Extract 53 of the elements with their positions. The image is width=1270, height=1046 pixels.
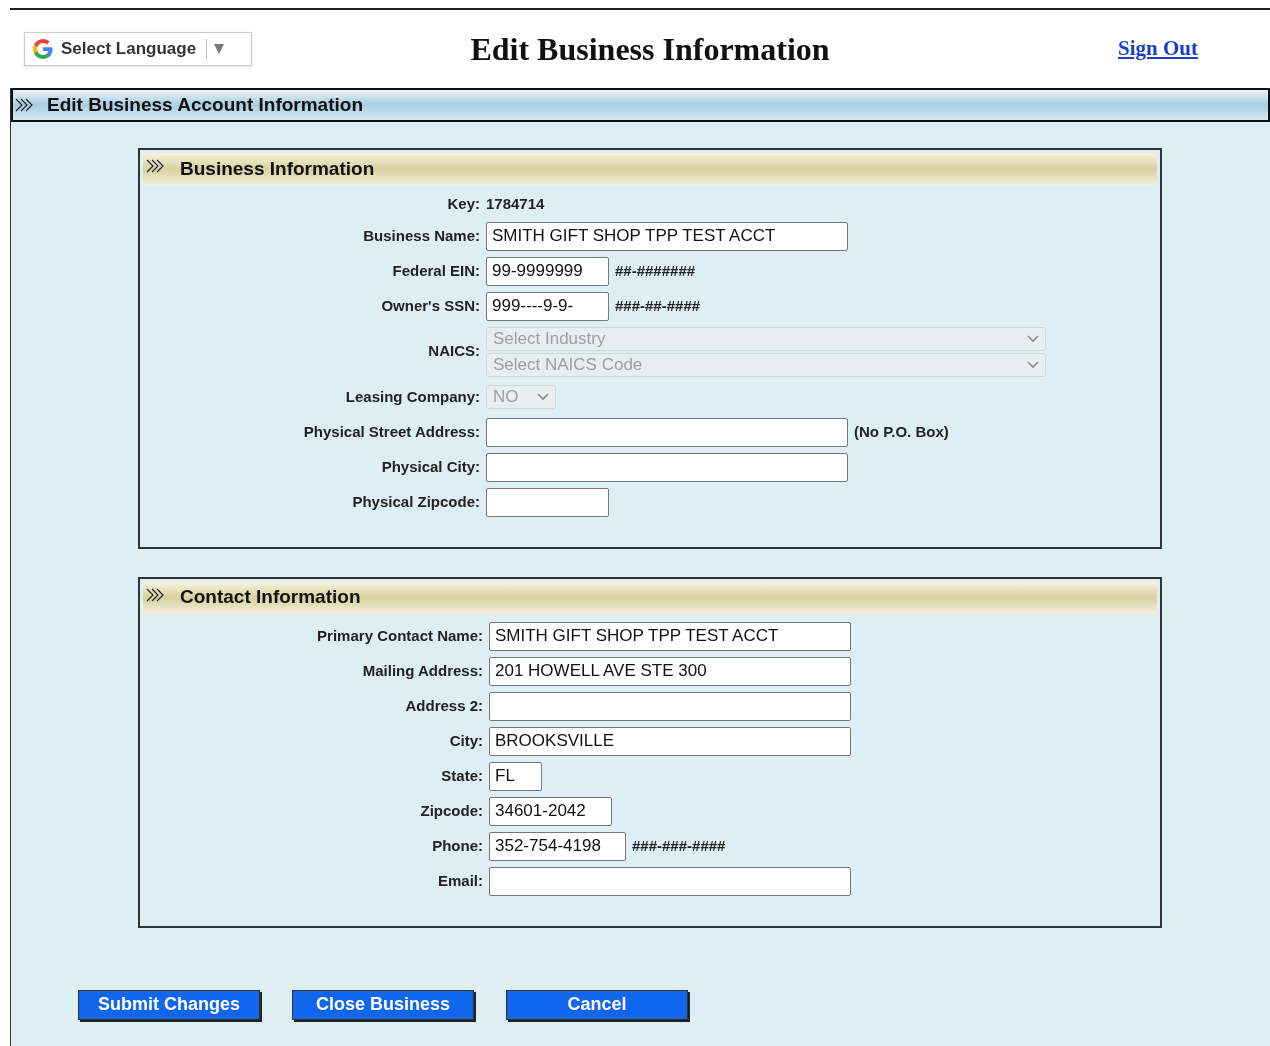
- input-field[interactable]: SMITH GIFT SHOP TPP TEST ACCT: [489, 621, 851, 651]
- input-field[interactable]: 99-9999999: [486, 256, 609, 286]
- field-label: City:: [448, 730, 484, 751]
- field-label: NAICS:: [427, 341, 481, 362]
- g-logo-icon: [31, 37, 55, 61]
- input-field[interactable]: [489, 691, 851, 721]
- field-label: Physical City:: [380, 456, 481, 477]
- input-field[interactable]: BROOKSVILLE: [489, 726, 851, 756]
- panel-title: Edit Business Account Information: [47, 92, 363, 117]
- dropdown-arrow-icon: [213, 43, 226, 55]
- action-button[interactable]: Submit Changes: [78, 989, 260, 1020]
- input-field[interactable]: [486, 452, 848, 482]
- field-label: Primary Contact Name:: [316, 625, 484, 646]
- caret-icon: [1027, 334, 1039, 343]
- format-hint: (No P.O. Box): [854, 421, 949, 442]
- input-field[interactable]: 34601-2042: [489, 796, 612, 826]
- action-button[interactable]: Cancel: [506, 989, 688, 1020]
- field-label: Business Name:: [362, 225, 481, 246]
- field-label: State:: [440, 765, 484, 786]
- format-hint: ##-#######: [615, 260, 696, 281]
- section-title: Business Information: [180, 156, 375, 181]
- field-label: Address 2:: [404, 695, 484, 716]
- caret-icon: [1027, 360, 1039, 369]
- field-label: Mailing Address:: [361, 660, 484, 681]
- sign-out-link[interactable]: Sign Out: [1118, 33, 1198, 65]
- field-label: Leasing Company:: [344, 386, 481, 407]
- input-field[interactable]: [489, 866, 851, 896]
- field-label: Physical Street Address:: [302, 421, 481, 442]
- field-label: Key:: [446, 194, 481, 214]
- caret-icon: [537, 393, 549, 401]
- language-selector[interactable]: Select Language: [24, 32, 252, 66]
- field-label: Phone:: [431, 835, 484, 856]
- input-field[interactable]: [486, 417, 848, 447]
- input-field[interactable]: FL: [489, 761, 542, 791]
- chevrons-icon: [146, 159, 166, 173]
- field-label: Federal EIN:: [391, 260, 481, 281]
- field-label: Zipcode:: [419, 800, 484, 821]
- input-field[interactable]: 352-754-4198: [489, 831, 626, 861]
- chevrons-icon: [146, 587, 166, 602]
- format-hint: ###-##-####: [615, 295, 701, 316]
- input-field[interactable]: 999----9-9-: [486, 291, 609, 321]
- chevrons-icon: [15, 98, 35, 112]
- field-label: Email:: [437, 870, 484, 891]
- field-label: Physical Zipcode:: [351, 491, 481, 512]
- input-field[interactable]: SMITH GIFT SHOP TPP TEST ACCT: [486, 221, 848, 251]
- field-label: Owner's SSN:: [380, 295, 481, 316]
- key-value: 1784714: [486, 194, 545, 214]
- format-hint: ###-###-####: [632, 835, 726, 856]
- input-field[interactable]: 201 HOWELL AVE STE 300: [489, 656, 851, 686]
- section-title: Contact Information: [180, 585, 361, 610]
- action-button[interactable]: Close Business: [292, 989, 474, 1020]
- input-field[interactable]: [486, 487, 609, 517]
- page-title: Edit Business Information: [469, 30, 831, 69]
